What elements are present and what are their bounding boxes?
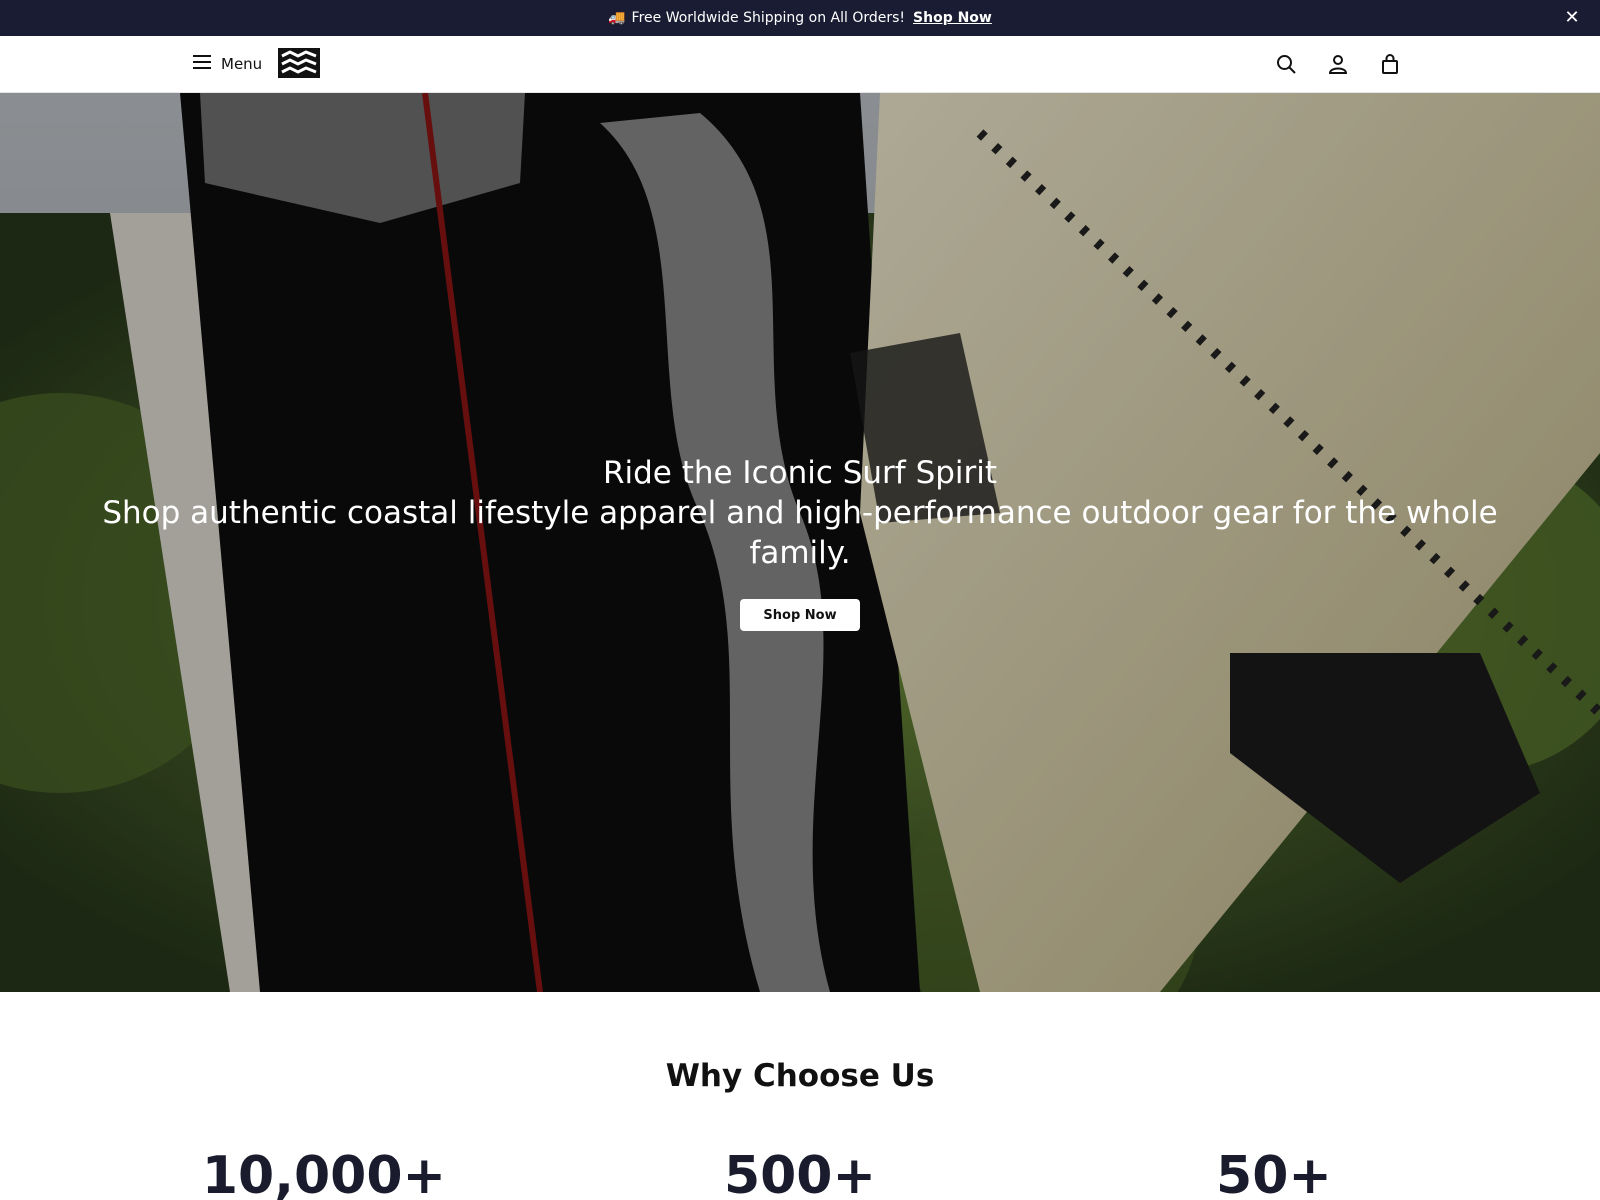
menu-button[interactable]: Menu bbox=[193, 52, 262, 76]
account-icon[interactable] bbox=[1326, 52, 1350, 76]
announcement-text: Free Worldwide Shipping on All Orders! bbox=[631, 10, 906, 26]
cart-icon[interactable] bbox=[1378, 52, 1402, 76]
announcement-shop-now-link[interactable]: Shop Now bbox=[913, 10, 992, 26]
hero-text-block: Ride the Iconic Surf Spirit Shop authent… bbox=[100, 453, 1500, 573]
hero-shop-now-button[interactable]: Shop Now bbox=[740, 599, 860, 631]
brand-logo[interactable] bbox=[278, 48, 320, 78]
stat-value: 500+ bbox=[723, 1146, 877, 1200]
truck-icon: 🚚 bbox=[608, 10, 626, 26]
hamburger-icon bbox=[193, 55, 211, 73]
why-choose-us-title: Why Choose Us bbox=[665, 1058, 935, 1094]
site-header: Menu bbox=[0, 36, 1600, 93]
close-icon[interactable]: ✕ bbox=[1562, 8, 1582, 28]
menu-label: Menu bbox=[221, 55, 263, 73]
stat-value: 10,000+ bbox=[201, 1146, 447, 1200]
announcement-bar: 🚚 Free Worldwide Shipping on All Orders!… bbox=[0, 0, 1600, 36]
stat-value: 50+ bbox=[1216, 1146, 1332, 1200]
hero-banner: Ride the Iconic Surf Spirit Shop authent… bbox=[0, 93, 1600, 992]
hero-subtitle: Shop authentic coastal lifestyle apparel… bbox=[102, 495, 1498, 571]
search-icon[interactable] bbox=[1274, 52, 1298, 76]
hero-title: Ride the Iconic Surf Spirit bbox=[602, 455, 998, 491]
